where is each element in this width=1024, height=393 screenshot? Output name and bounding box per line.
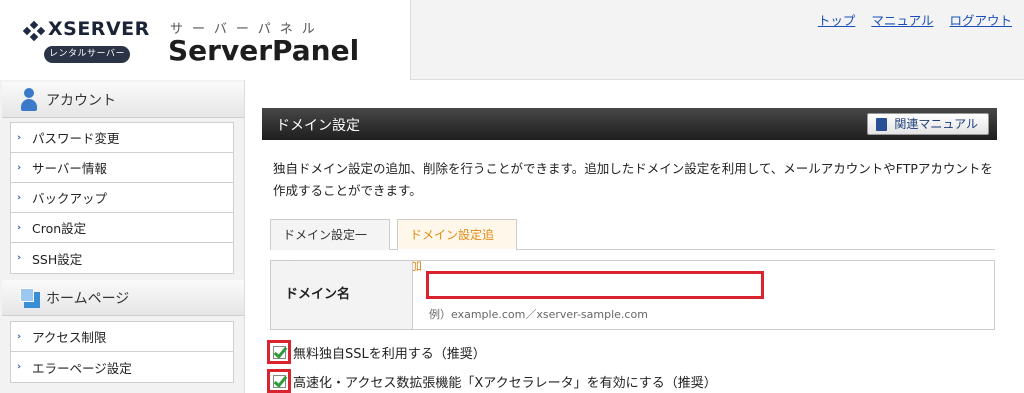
user-icon xyxy=(20,88,38,112)
sidebar-item-error-page[interactable]: ›› エラーページ設定 xyxy=(11,352,233,382)
sidebar-item-label: パスワード変更 xyxy=(32,131,120,146)
sidebar-item-access-restriction[interactable]: ›› アクセス制限 xyxy=(11,322,233,352)
arrow-right-icon: ›› xyxy=(17,222,21,233)
related-manual-label: 関連マニュアル xyxy=(894,117,978,131)
sidebar-homepage-list: ›› アクセス制限 ›› エラーページ設定 xyxy=(10,321,234,383)
page-title: ドメイン設定 xyxy=(276,118,360,134)
top-link[interactable]: トップ xyxy=(818,10,856,29)
domain-hint: 例）example.com／xserver-sample.com xyxy=(429,308,648,321)
top-links: トップ マニュアル ログアウト xyxy=(818,10,1012,29)
sidebar-item-label: アクセス制限 xyxy=(32,330,107,345)
xaccelerator-checkbox[interactable] xyxy=(272,374,286,388)
logo-area[interactable]: XSERVER レンタルサーバー サーバーパネル ServerPanel xyxy=(0,0,410,80)
header: XSERVER レンタルサーバー サーバーパネル ServerPanel トップ… xyxy=(0,0,1024,80)
sidebar-section-title: アカウント xyxy=(46,93,116,109)
xserver-logo-icon xyxy=(22,20,46,42)
ssl-checkbox-highlight xyxy=(267,340,291,364)
xaccelerator-checkbox-highlight xyxy=(267,369,291,393)
panel-title: ServerPanel xyxy=(168,34,360,67)
ssl-checkbox[interactable] xyxy=(272,345,286,359)
tab-domain-list[interactable]: ドメイン設定一覧 xyxy=(270,219,390,273)
sidebar-item-label: Cron設定 xyxy=(32,221,87,236)
ssl-option-label: 無料独自SSLを利用する（推奨） xyxy=(293,346,486,362)
sidebar-item-cron[interactable]: ›› Cron設定 xyxy=(11,213,233,243)
book-icon xyxy=(876,118,888,131)
xaccelerator-option[interactable]: 高速化・アクセス数拡張機能「Xアクセラレータ」を有効にする（推奨） xyxy=(267,369,717,393)
logout-link[interactable]: ログアウト xyxy=(949,10,1012,29)
arrow-right-icon: ›› xyxy=(17,362,21,372)
ssl-option[interactable]: 無料独自SSLを利用する（推奨） xyxy=(267,340,486,364)
sidebar-section-account: アカウント xyxy=(2,82,244,118)
sidebar-item-label: SSH設定 xyxy=(32,251,83,267)
brand-badge: レンタルサーバー xyxy=(44,46,130,63)
sidebar-item-label: エラーページ設定 xyxy=(32,360,132,376)
homepage-icon xyxy=(20,288,42,308)
manual-link[interactable]: マニュアル xyxy=(871,10,933,29)
sidebar: アカウント ›› パスワード変更 ›› サーバー情報 ›› バックアップ ›› … xyxy=(0,80,245,393)
sidebar-item-label: バックアップ xyxy=(32,191,108,206)
domain-input[interactable] xyxy=(426,271,764,299)
sidebar-item-password[interactable]: ›› パスワード変更 xyxy=(11,123,233,153)
domain-form-row: ドメイン名 例）example.com／xserver-sample.com xyxy=(270,260,995,330)
sidebar-item-server-info[interactable]: ›› サーバー情報 xyxy=(11,153,233,183)
page-description: 独自ドメイン設定の追加、削除を行うことができます。追加したドメイン設定を利用して… xyxy=(273,161,993,198)
arrow-right-icon: ›› xyxy=(17,162,21,173)
arrow-right-icon: ›› xyxy=(17,331,21,342)
brand-name: XSERVER xyxy=(48,18,150,40)
main-content: ドメイン設定 関連マニュアル 独自ドメイン設定の追加、削除を行うことができます。… xyxy=(245,80,1024,393)
sidebar-item-label: サーバー情報 xyxy=(32,161,107,176)
sidebar-account-list: ›› パスワード変更 ›› サーバー情報 ›› バックアップ ›› Cron設定… xyxy=(10,122,234,274)
arrow-right-icon: ›› xyxy=(17,132,21,143)
sidebar-item-ssh[interactable]: ›› SSH設定 xyxy=(11,243,233,273)
domain-label: ドメイン名 xyxy=(271,261,413,329)
tab-domain-add[interactable]: ドメイン設定追加 xyxy=(397,219,517,273)
top-bar: トップ マニュアル ログアウト xyxy=(410,0,1024,80)
section-header: ドメイン設定 関連マニュアル xyxy=(262,108,997,140)
sidebar-section-title: ホームページ xyxy=(46,291,130,307)
sidebar-section-homepage: ホームページ xyxy=(2,280,244,316)
sidebar-item-backup[interactable]: ›› バックアップ xyxy=(11,183,233,213)
related-manual-button[interactable]: 関連マニュアル xyxy=(867,113,989,135)
arrow-right-icon: ›› xyxy=(17,253,21,263)
arrow-right-icon: ›› xyxy=(17,192,21,203)
xaccelerator-option-label: 高速化・アクセス数拡張機能「Xアクセラレータ」を有効にする（推奨） xyxy=(293,375,717,391)
tab-bar: ドメイン設定一覧 ドメイン設定追加 xyxy=(270,219,995,273)
